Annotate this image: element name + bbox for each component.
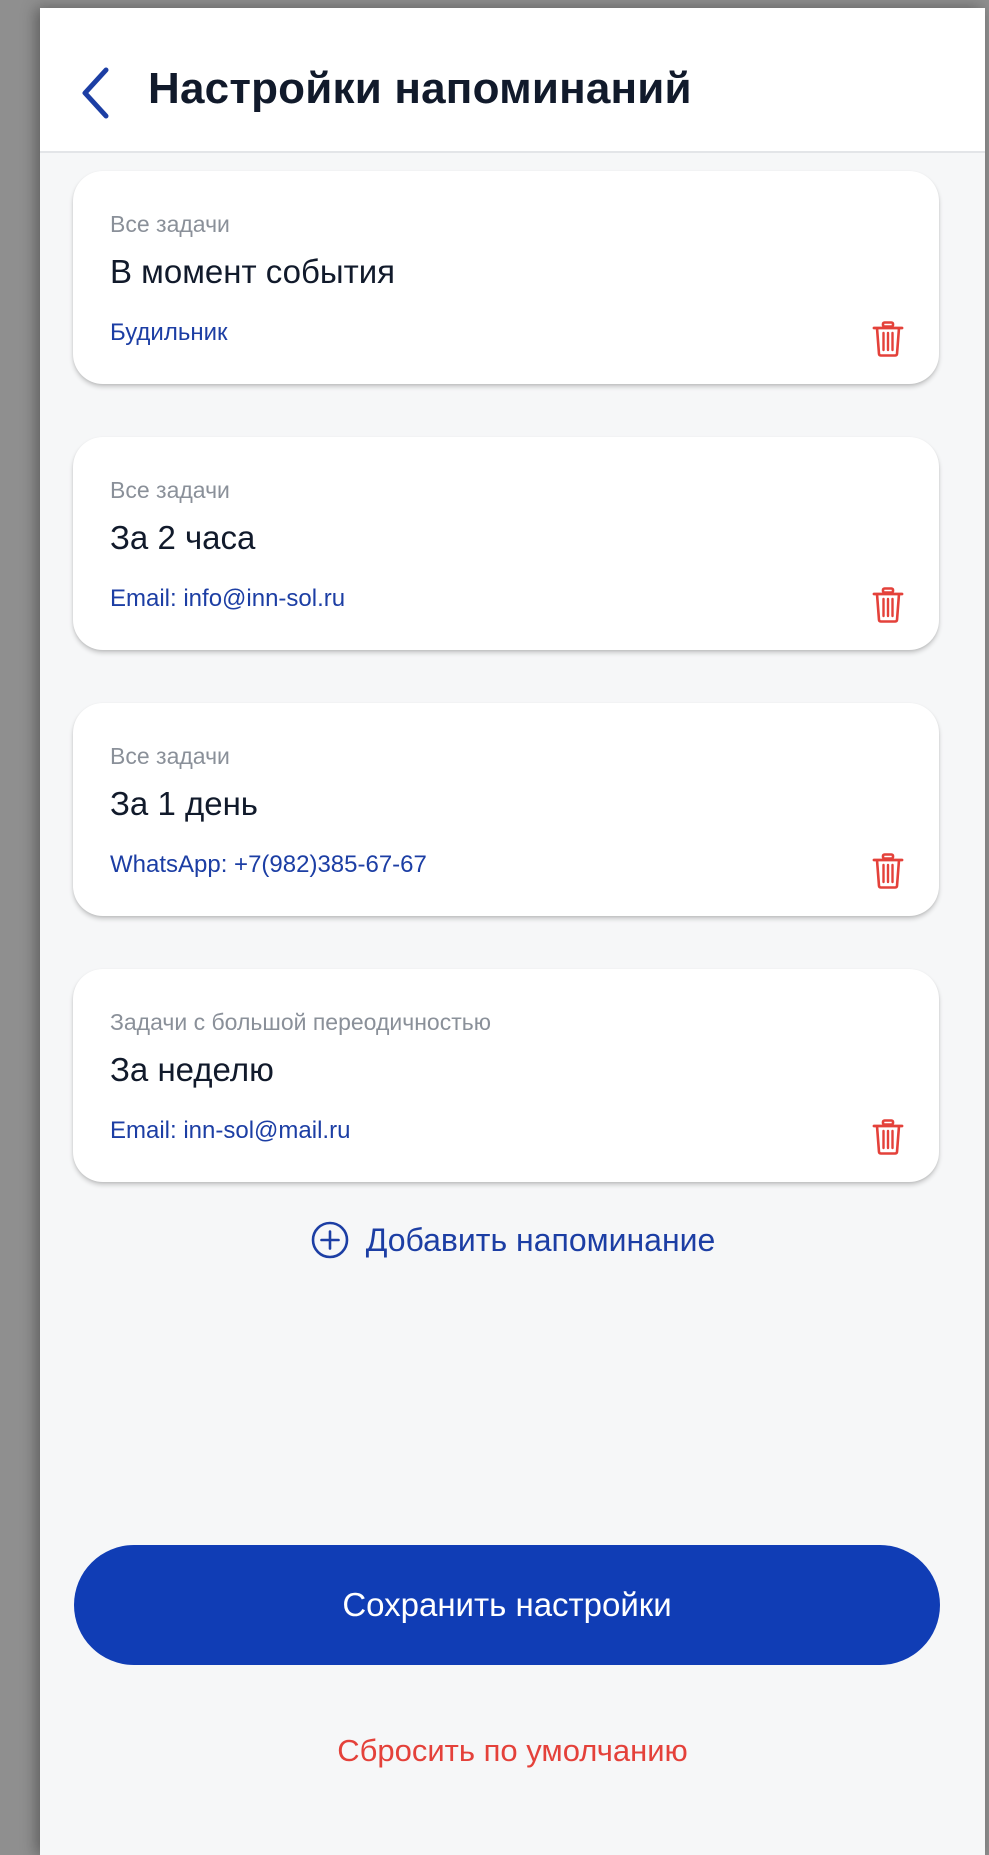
reminder-card[interactable]: Задачи с большой переодичностью За недел… [73,969,939,1182]
reminder-category: Все задачи [110,743,230,769]
trash-icon [872,1119,904,1155]
reminder-channel: Email: inn-sol@mail.ru [110,1117,351,1144]
header: Настройки напоминаний [40,8,985,153]
back-button[interactable] [70,63,120,123]
reminder-channel: WhatsApp: +7(982)385-67-67 [110,851,427,878]
reminder-category: Все задачи [110,211,230,237]
page-title: Настройки напоминаний [148,64,692,113]
delete-reminder-button[interactable] [870,851,906,891]
delete-reminder-button[interactable] [870,1117,906,1157]
reset-defaults-button[interactable]: Сбросить по умолчанию [40,1733,985,1769]
reminder-title: За 2 часа [110,519,256,556]
delete-reminder-button[interactable] [870,319,906,359]
add-reminder-label: Добавить напоминание [365,1221,716,1258]
reminder-category: Задачи с большой переодичностью [110,1009,491,1035]
reminder-title: За 1 день [110,785,259,822]
add-reminder-button[interactable]: Добавить напоминание [40,1220,985,1260]
reminder-category: Все задачи [110,477,230,503]
delete-reminder-button[interactable] [870,585,906,625]
reminder-title: В момент события [110,253,396,290]
reminder-channel: Email: info@inn-sol.ru [110,585,346,612]
trash-icon [872,587,904,623]
reminder-card[interactable]: Все задачи За 1 день WhatsApp: +7(982)38… [73,703,939,916]
reminder-title: За неделю [110,1051,274,1088]
save-settings-button[interactable]: Сохранить настройки [74,1545,940,1665]
plus-circle-icon [311,1221,349,1259]
reminder-channel: Будильник [110,319,228,346]
chevron-left-icon [82,67,109,119]
reminder-card[interactable]: Все задачи В момент события Будильник [73,171,939,384]
trash-icon [872,853,904,889]
reminder-settings-screen: Настройки напоминаний Все задачи В момен… [40,8,985,1855]
trash-icon [872,321,904,357]
reminder-card[interactable]: Все задачи За 2 часа Email: info@inn-sol… [73,437,939,650]
